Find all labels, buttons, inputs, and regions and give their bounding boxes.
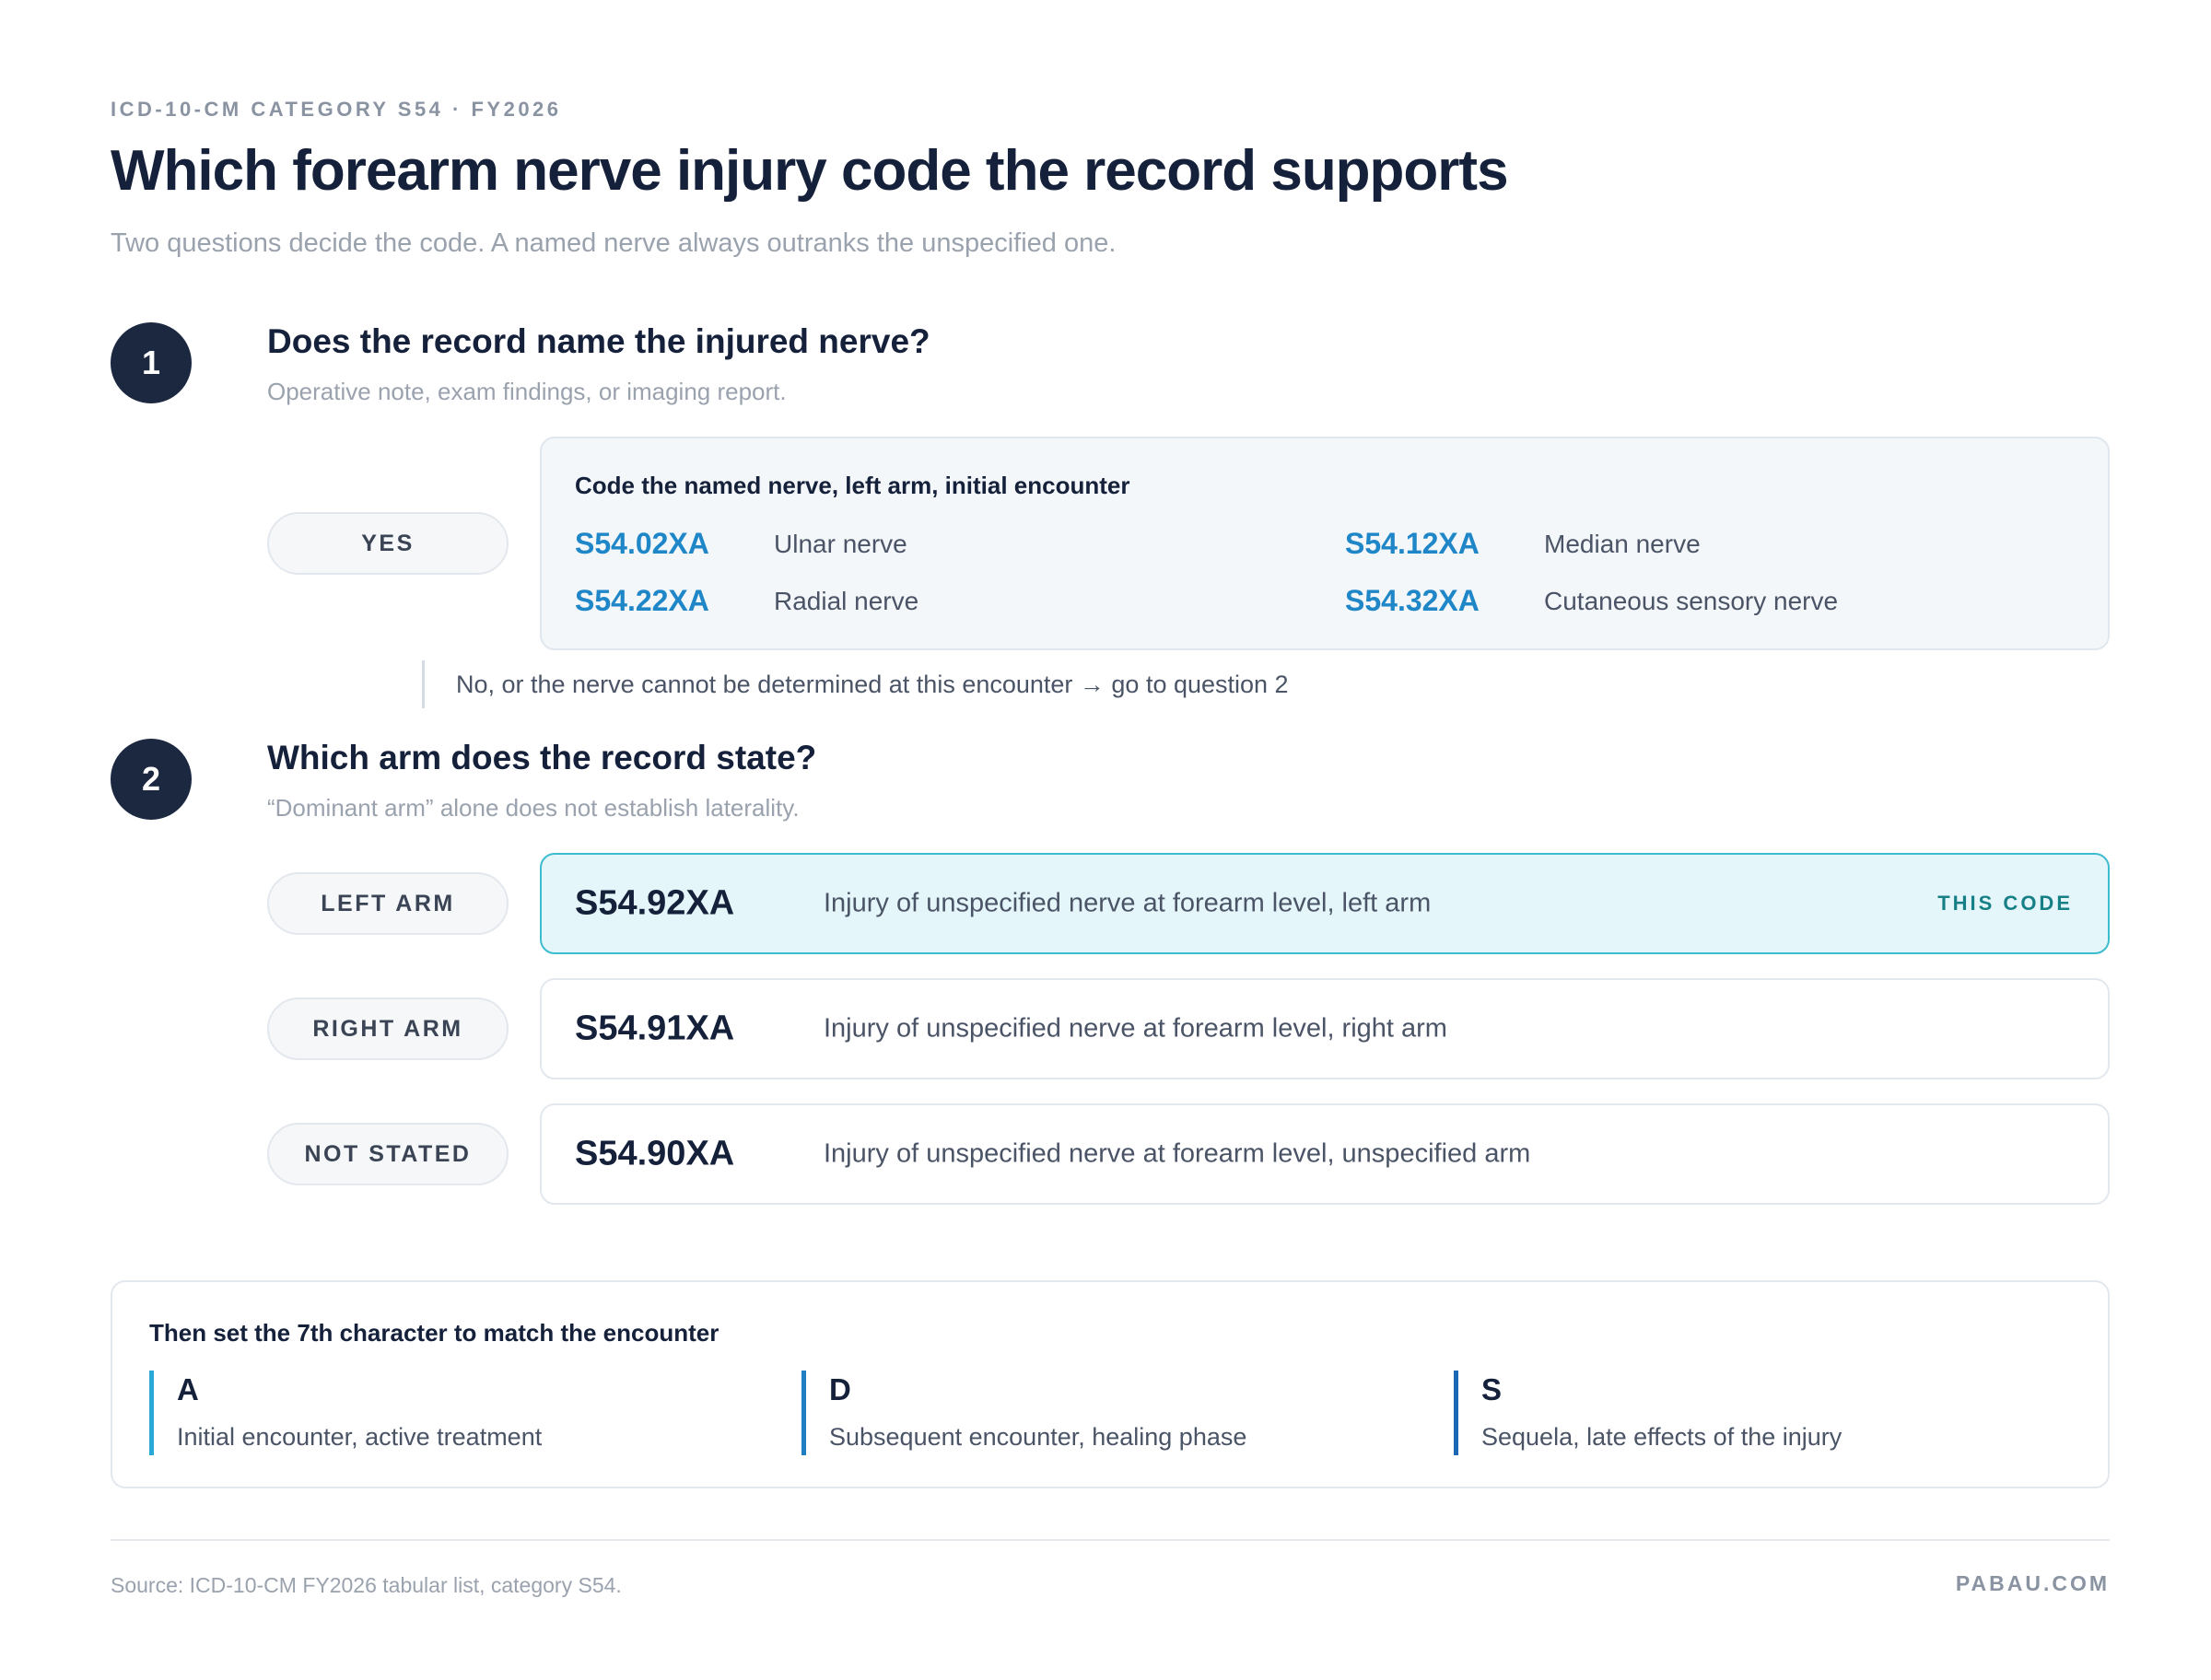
page-title: Which forearm nerve injury code the reco… (111, 139, 1509, 203)
encounter-letter: S (1481, 1372, 1503, 1406)
this-code-badge: THIS CODE (1937, 892, 2073, 915)
encounter-sequela: S Sequela, late effects of the injury (1454, 1371, 1842, 1455)
not-stated-option-pill[interactable]: NOT STATED (267, 1123, 509, 1185)
right-arm-option-pill[interactable]: RIGHT ARM (267, 998, 509, 1060)
seventh-character-title: Then set the 7th character to match the … (149, 1319, 719, 1347)
nerve-code[interactable]: S54.12XA (1345, 527, 1480, 561)
step-1-badge: 1 (111, 322, 192, 403)
nerve-code[interactable]: S54.32XA (1345, 584, 1480, 618)
nerve-label: Median nerve (1544, 530, 1701, 558)
nerve-label: Ulnar nerve (774, 530, 907, 558)
footer-divider (111, 1539, 2110, 1541)
decision-guide: ICD-10-CM CATEGORY S54 · FY2026 Which fo… (111, 0, 2110, 1680)
yes-option-pill[interactable]: YES (267, 512, 509, 575)
row-description: Injury of unspecified nerve at forearm l… (824, 888, 1432, 918)
question-2-subtitle: “Dominant arm” alone does not establish … (267, 794, 800, 822)
encounter-description: Sequela, late effects of the injury (1481, 1423, 1842, 1451)
nerve-code[interactable]: S54.22XA (575, 584, 709, 618)
encounter-description: Subsequent encounter, healing phase (829, 1423, 1247, 1451)
encounter-letter: A (177, 1372, 199, 1406)
row-description: Injury of unspecified nerve at forearm l… (824, 1013, 1447, 1044)
row-code: S54.91XA (575, 1009, 735, 1048)
brand-link[interactable]: PABAU.COM (1956, 1571, 2110, 1596)
eyebrow-label: ICD-10-CM CATEGORY S54 · FY2026 (111, 98, 562, 121)
left-arm-option-pill[interactable]: LEFT ARM (267, 872, 509, 935)
question-1-title: Does the record name the injured nerve? (267, 322, 930, 360)
code-row-right-arm[interactable]: S54.91XA Injury of unspecified nerve at … (540, 978, 2110, 1079)
encounter-initial: A Initial encounter, active treatment (149, 1371, 542, 1455)
no-branch-note: No, or the nerve cannot be determined at… (422, 660, 1289, 708)
step-2-badge: 2 (111, 739, 192, 820)
page-subtitle: Two questions decide the code. A named n… (111, 228, 1117, 258)
code-row-left-arm[interactable]: S54.92XA Injury of unspecified nerve at … (540, 853, 2110, 954)
question-1-subtitle: Operative note, exam findings, or imagin… (267, 378, 787, 405)
encounter-subsequent: D Subsequent encounter, healing phase (801, 1371, 1246, 1455)
row-description: Injury of unspecified nerve at forearm l… (824, 1138, 1531, 1169)
nerve-label: Cutaneous sensory nerve (1544, 587, 1839, 615)
named-nerve-codes-box: Code the named nerve, left arm, initial … (540, 437, 2110, 650)
row-code: S54.90XA (575, 1134, 735, 1173)
seventh-character-box: Then set the 7th character to match the … (111, 1280, 2110, 1488)
encounter-description: Initial encounter, active treatment (177, 1423, 543, 1451)
source-note: Source: ICD-10-CM FY2026 tabular list, c… (111, 1573, 622, 1597)
row-code: S54.92XA (575, 883, 735, 923)
question-2-title: Which arm does the record state? (267, 739, 817, 776)
nerve-label: Radial nerve (774, 587, 919, 615)
nerve-code[interactable]: S54.02XA (575, 527, 709, 561)
named-nerve-codes-title: Code the named nerve, left arm, initial … (575, 472, 1130, 499)
encounter-letter: D (829, 1372, 851, 1406)
code-row-not-stated[interactable]: S54.90XA Injury of unspecified nerve at … (540, 1103, 2110, 1205)
